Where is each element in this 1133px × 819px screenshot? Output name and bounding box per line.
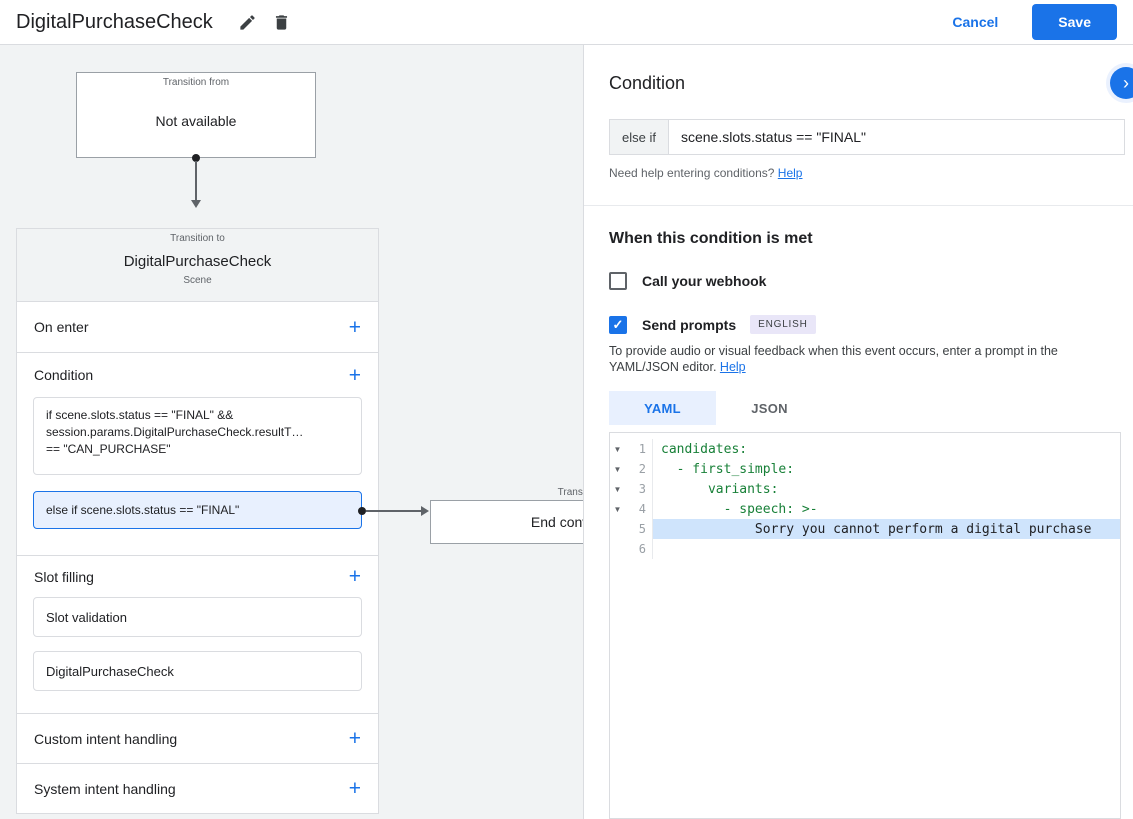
condition-help-link[interactable]: Help	[778, 166, 803, 180]
editor-line: ▼ 2 - first_simple:	[610, 459, 1120, 479]
send-prompts-checkbox[interactable]: ✓	[609, 315, 627, 334]
save-button[interactable]: Save	[1032, 4, 1117, 40]
fold-caret-icon[interactable]: ▼	[610, 505, 625, 514]
section-custom-intent[interactable]: Custom intent handling +	[17, 713, 378, 763]
scene-editor: DigitalPurchaseCheck Cancel Save Transit…	[0, 0, 1133, 819]
chevron-right-icon: ›	[1123, 72, 1129, 93]
editor-line: ▼ 1 candidates:	[610, 439, 1120, 459]
delete-scene-button[interactable]	[265, 5, 299, 39]
arrow-down-icon	[191, 200, 201, 208]
scene-name: DigitalPurchaseCheck	[123, 253, 272, 270]
edit-title-button[interactable]	[231, 5, 265, 39]
system-intent-label: System intent handling	[34, 780, 176, 797]
section-system-intent[interactable]: System intent handling +	[17, 763, 378, 813]
editor-line: 6	[610, 539, 1120, 559]
connector-line-vertical	[195, 161, 197, 201]
editor-tabs: YAML JSON	[609, 391, 823, 425]
section-slot-filling[interactable]: Slot filling +	[17, 555, 378, 597]
check-icon: ✓	[612, 316, 624, 332]
end-conversation-box[interactable]: End conversation	[430, 500, 583, 544]
condition-item-1[interactable]: if scene.slots.status == "FINAL" && sess…	[33, 397, 362, 475]
language-badge: ENGLISH	[750, 315, 816, 334]
transition-from-value: Not available	[155, 113, 237, 129]
fold-caret-icon[interactable]: ▼	[610, 465, 625, 474]
section-condition[interactable]: Condition +	[17, 353, 378, 397]
add-on-enter-icon[interactable]: +	[349, 317, 361, 338]
end-transition-label: Transition to	[557, 487, 583, 498]
trash-icon	[276, 14, 288, 30]
add-system-intent-icon[interactable]: +	[349, 778, 361, 799]
scene-card[interactable]: Transition to DigitalPurchaseCheck Scene…	[16, 228, 379, 814]
tab-json[interactable]: JSON	[716, 391, 823, 425]
code-text[interactable]	[652, 539, 1120, 559]
code-text[interactable]: candidates:	[652, 439, 1120, 459]
line-number: 6	[638, 542, 646, 556]
pencil-icon	[240, 14, 255, 30]
feedback-text: To provide audio or visual feedback when…	[609, 344, 1058, 374]
editor-line: ▼ 3 variants:	[610, 479, 1120, 499]
transition-from-box[interactable]: Transition from Not available	[76, 72, 316, 158]
connector-dot	[358, 507, 366, 515]
prompt-feedback-text: To provide audio or visual feedback when…	[609, 343, 1117, 375]
transition-from-label: Transition from	[162, 77, 230, 88]
slot-item-validation[interactable]: Slot validation	[33, 597, 362, 637]
condition-panel: Condition › else if Need help entering c…	[583, 45, 1133, 819]
feedback-help-link[interactable]: Help	[720, 360, 746, 374]
cancel-button[interactable]: Cancel	[952, 14, 998, 30]
fold-caret-icon[interactable]: ▼	[610, 445, 625, 454]
arrow-right-icon	[421, 506, 429, 516]
condition-item-2-text: else if scene.slots.status == "FINAL"	[46, 502, 240, 517]
page-title: DigitalPurchaseCheck	[16, 10, 213, 33]
help-text: Need help entering conditions?	[609, 166, 778, 180]
slot-item-digitalpurchasecheck[interactable]: DigitalPurchaseCheck	[33, 651, 362, 691]
condition-met-heading: When this condition is met	[609, 230, 813, 247]
section-on-enter[interactable]: On enter +	[17, 302, 378, 353]
condition-expression-input[interactable]	[668, 120, 1124, 154]
line-number: 5	[638, 522, 646, 536]
slot-filling-label: Slot filling	[34, 568, 94, 585]
condition-expression-row: else if	[609, 119, 1125, 155]
fold-caret-icon[interactable]: ▼	[610, 485, 625, 494]
panel-title: Condition	[609, 73, 686, 93]
yaml-editor[interactable]: ▼ 1 candidates: ▼ 2 - first_simple: ▼ 3 …	[609, 432, 1121, 819]
code-text[interactable]: - first_simple:	[652, 459, 1120, 479]
end-conversation-node[interactable]: Transition to End conversation	[430, 483, 583, 544]
panel-divider	[584, 205, 1133, 206]
line-number: 2	[638, 462, 646, 476]
on-enter-label: On enter	[34, 319, 89, 335]
tab-yaml[interactable]: YAML	[609, 391, 716, 425]
send-prompts-row: ✓ Send prompts ENGLISH	[609, 315, 816, 334]
condition-item-2-selected[interactable]: else if scene.slots.status == "FINAL"	[33, 491, 366, 529]
line-number: 4	[638, 502, 646, 516]
code-text[interactable]: - speech: >-	[652, 499, 1120, 519]
condition-prefix-selector[interactable]: else if	[610, 120, 669, 154]
condition-help-text: Need help entering conditions? Help	[609, 166, 802, 180]
editor-line: ▼ 4 - speech: >-	[610, 499, 1120, 519]
transition-to-label: Transition to	[170, 233, 225, 244]
code-text[interactable]: Sorry you cannot perform a digital purch…	[652, 519, 1120, 539]
line-number: 1	[638, 442, 646, 456]
custom-intent-label: Custom intent handling	[34, 730, 178, 747]
call-webhook-label[interactable]: Call your webhook	[642, 273, 766, 289]
add-custom-intent-icon[interactable]: +	[349, 728, 361, 749]
send-prompts-label[interactable]: Send prompts	[642, 317, 736, 333]
connector-line-horizontal	[366, 510, 422, 512]
editor-line-highlighted: 5 Sorry you cannot perform a digital pur…	[610, 519, 1120, 539]
code-text[interactable]: variants:	[652, 479, 1120, 499]
collapse-panel-button[interactable]: ›	[1110, 67, 1133, 99]
condition-label: Condition	[34, 367, 94, 383]
scene-type-label: Scene	[183, 275, 212, 286]
call-webhook-checkbox[interactable]	[609, 272, 627, 290]
top-bar: DigitalPurchaseCheck Cancel Save	[0, 0, 1133, 45]
line-number: 3	[638, 482, 646, 496]
add-condition-icon[interactable]: +	[349, 365, 361, 386]
webhook-row: Call your webhook	[609, 272, 766, 290]
scene-card-header: Transition to DigitalPurchaseCheck Scene	[17, 229, 378, 302]
flow-canvas: Transition from Not available Transition…	[0, 45, 583, 819]
add-slot-icon[interactable]: +	[349, 566, 361, 587]
